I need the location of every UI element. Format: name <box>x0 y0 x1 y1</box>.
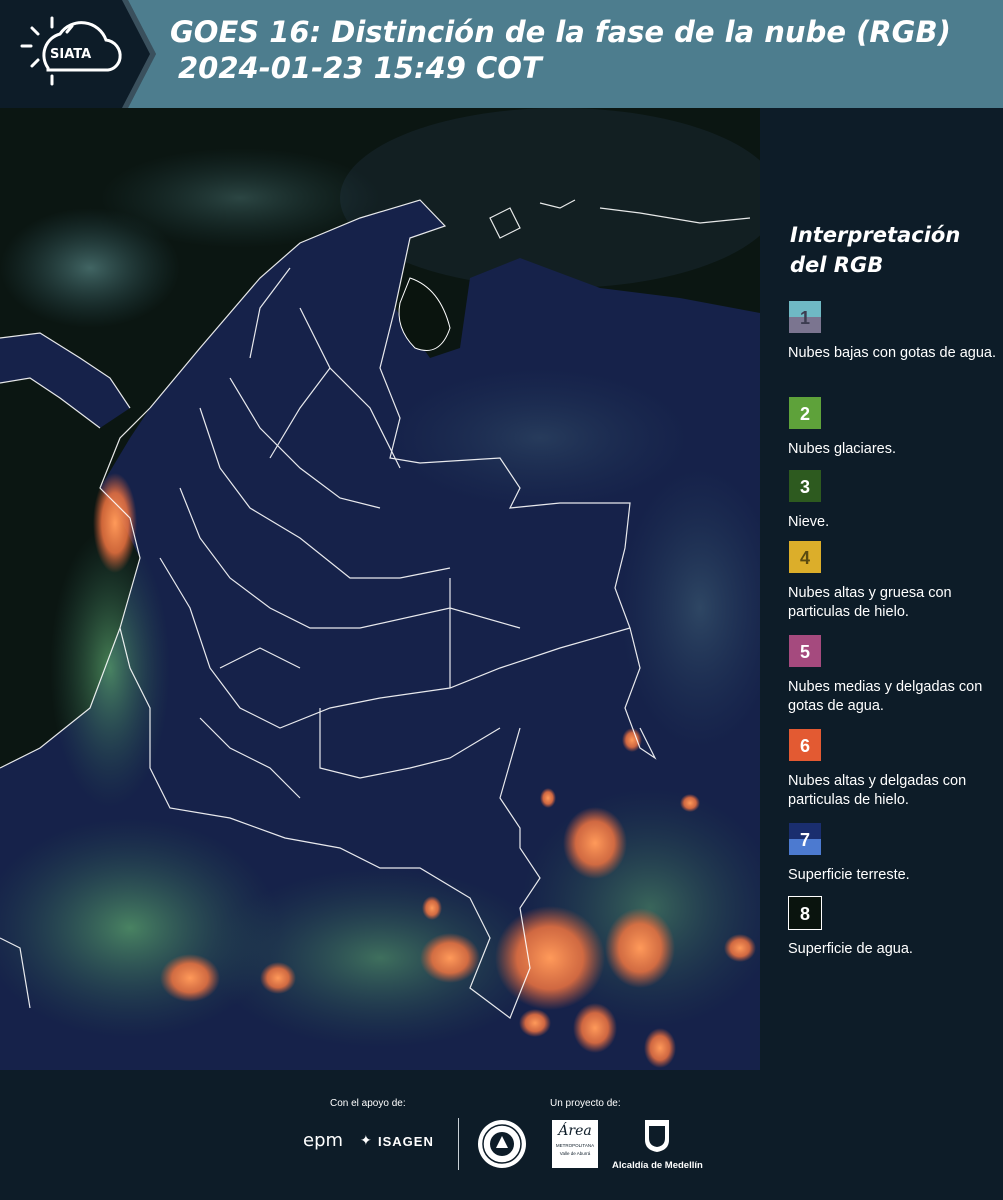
epm-logo: epm <box>303 1130 344 1151</box>
legend-label-1: Nubes bajas con gotas de agua. <box>788 345 996 361</box>
ice-cloud-7 <box>260 962 296 994</box>
legend-item-2: 2 Nubes glaciares. <box>788 396 1003 459</box>
ice-cloud-13 <box>622 728 642 752</box>
title-line-2: 2024-01-23 15:49 COT <box>178 51 542 85</box>
logo-text: SIATA <box>50 47 92 62</box>
ice-cloud-8 <box>573 1003 617 1053</box>
ice-cloud-3 <box>563 807 627 879</box>
title-line-1: GOES 16: Distinción de la fase de la nub… <box>170 15 951 49</box>
legend-label-8: Superficie de agua. <box>788 941 913 957</box>
project-label: Un proyecto de: <box>550 1098 621 1109</box>
legend-num-6: 6 <box>799 736 810 756</box>
legend-num-5: 5 <box>799 642 810 662</box>
legend-item-1: 1 Nubes bajas con gotas de agua. <box>788 300 1003 363</box>
legend-title-line-1: Interpretación <box>790 223 961 247</box>
isagen-logo: ISAGEN <box>378 1134 434 1149</box>
legend-label-3: Nieve. <box>788 514 830 530</box>
legend-num-4: 4 <box>799 548 810 568</box>
legend-item-8: 8 Superficie de agua. <box>788 896 1003 959</box>
ice-cloud-2 <box>495 906 605 1010</box>
ice-cloud-12 <box>680 794 700 812</box>
legend-label-7: Superficie terreste. <box>788 867 910 883</box>
legend-label-5: Nubes medias y delgadas con gotas de agu… <box>788 679 983 714</box>
legend-swatch-7: 7 <box>788 822 822 856</box>
university-seal-icon <box>478 1120 526 1168</box>
legend-num-8: 8 <box>799 904 810 924</box>
legend-title-line-2: del RGB <box>790 253 884 277</box>
footer-divider <box>458 1118 459 1170</box>
legend-title: Interpretación del RGB <box>790 220 960 280</box>
ice-cloud-15 <box>540 788 556 808</box>
legend-num-1: 1 <box>799 308 810 328</box>
ice-cloud-11 <box>724 934 756 962</box>
legend-label-2: Nubes glaciares. <box>788 441 896 457</box>
ice-cloud-10 <box>644 1028 676 1068</box>
isagen-icon: ✦ <box>360 1132 372 1148</box>
legend-swatch-4: 4 <box>788 540 822 574</box>
legend-item-7: 7 Superficie terreste. <box>788 822 1003 885</box>
ice-cloud-4 <box>605 908 675 988</box>
legend-item-4: 4 Nubes altas y gruesa con particulas de… <box>788 540 1003 622</box>
legend-num-7: 7 <box>799 830 810 850</box>
map-svg <box>0 108 760 1070</box>
footer: Con el apoyo de: Un proyecto de: epm ✦ I… <box>0 1070 1003 1200</box>
legend-item-5: 5 Nubes medias y delgadas con gotas de a… <box>788 634 1003 716</box>
legend-item-3: 3 Nieve. <box>788 469 1003 532</box>
legend-swatch-6: 6 <box>788 728 822 762</box>
legend-num-3: 3 <box>799 477 810 497</box>
ice-cloud-6 <box>160 954 220 1002</box>
legend-swatch-1: 1 <box>788 300 822 334</box>
area-logo-word: Área <box>558 1123 592 1139</box>
legend-label-6: Nubes altas y delgadas con particulas de… <box>788 773 967 808</box>
alcaldia-shield-icon <box>645 1120 669 1152</box>
area-logo-sub: METROPOLITANA <box>555 1143 595 1148</box>
legend-swatch-3: 3 <box>788 469 822 503</box>
legend-panel: Interpretación del RGB 1 Nubes bajas con… <box>760 108 1003 1070</box>
area-logo-sub2: Valle de Aburrá <box>559 1151 591 1156</box>
legend-num-2: 2 <box>799 404 810 424</box>
ice-cloud-9 <box>519 1009 551 1037</box>
legend-swatch-8: 8 <box>788 896 822 930</box>
legend-swatch-2: 2 <box>788 396 822 430</box>
legend-label-4: Nubes altas y gruesa con particulas de h… <box>788 585 952 620</box>
alcaldia-label: Alcaldía de Medellín <box>612 1160 703 1171</box>
support-label: Con el apoyo de: <box>330 1098 406 1109</box>
header-bar: SIATA GOES 16: Distinción de la fase de … <box>0 0 1003 108</box>
satellite-map[interactable] <box>0 108 760 1070</box>
ice-cloud-14 <box>422 896 442 920</box>
area-metropolitana-logo: Área METROPOLITANA Valle de Aburrá <box>552 1120 598 1168</box>
legend-item-6: 6 Nubes altas y delgadas con particulas … <box>788 728 1003 810</box>
cloud-field-north <box>390 368 690 508</box>
page-title: GOES 16: Distinción de la fase de la nub… <box>170 14 951 86</box>
legend-swatch-5: 5 <box>788 634 822 668</box>
ice-cloud-5 <box>420 933 480 983</box>
